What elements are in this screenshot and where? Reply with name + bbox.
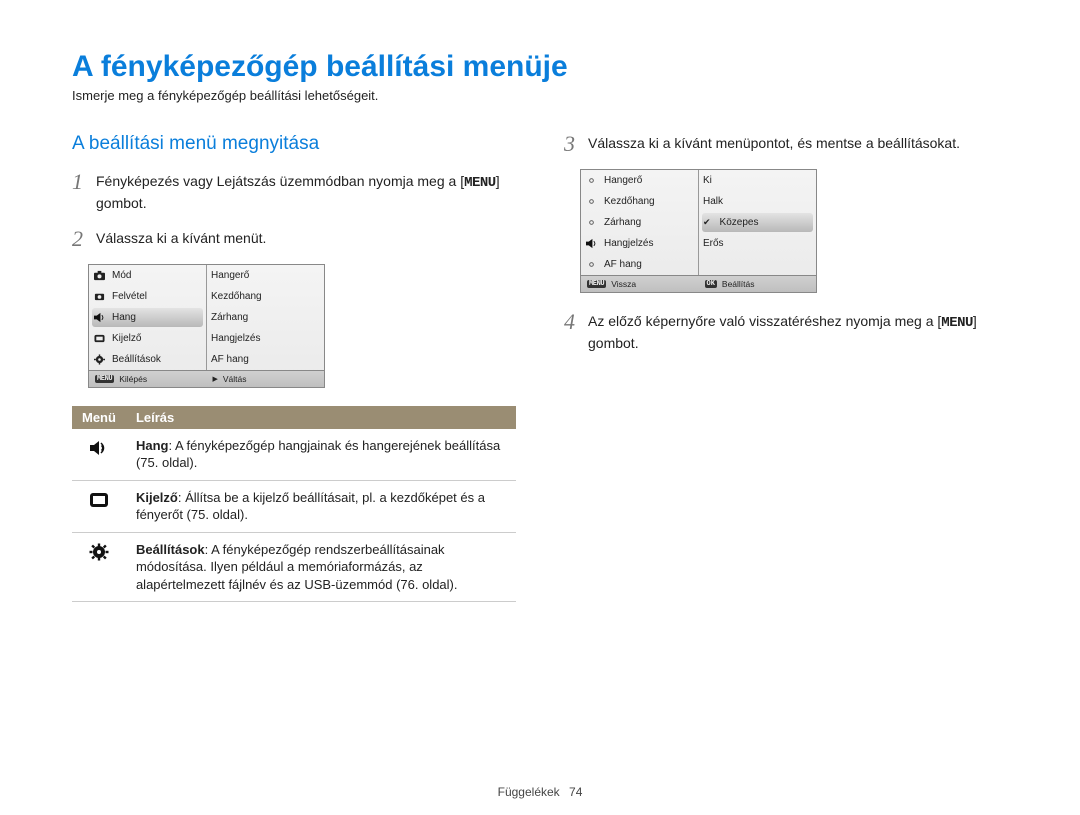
left-column: A beállítási menü megnyitása 1 Fényképez… bbox=[72, 133, 516, 602]
cam1-option: Hangerő bbox=[207, 265, 324, 286]
camera-menu-screenshot-1: Mód Felvétel Hang Kijelző Beállítások Ha… bbox=[88, 264, 325, 388]
cam1-item-capture: Felvétel bbox=[89, 286, 206, 307]
cam1-option: Hangjelzés bbox=[207, 328, 324, 349]
step-number-2: 2 bbox=[72, 228, 96, 250]
gear-icon bbox=[72, 532, 126, 602]
cam1-option: Zárhang bbox=[207, 307, 324, 328]
cam2-left-pane: Hangerő Kezdőhang Zárhang Hangjelzés AF … bbox=[581, 170, 699, 275]
cam1-item-settings: Beállítások bbox=[89, 349, 206, 370]
camera-icon bbox=[93, 270, 106, 281]
cam2-option: Erős bbox=[699, 233, 816, 254]
cam1-right-pane: Hangerő Kezdőhang Zárhang Hangjelzés AF … bbox=[207, 265, 324, 370]
step-number-4: 4 bbox=[564, 311, 588, 333]
menu-description-table: Menü Leírás Hang: A fényképezőgép hangja… bbox=[72, 406, 516, 603]
step-number-3: 3 bbox=[564, 133, 588, 155]
cam2-option-empty bbox=[699, 254, 816, 275]
th-desc: Leírás bbox=[126, 406, 516, 429]
step-1-text: Fényképezés vagy Lejátszás üzemmódban ny… bbox=[96, 171, 516, 214]
cam2-item: Hangerő bbox=[581, 170, 698, 191]
page-footer: Függelékek 74 bbox=[0, 785, 1080, 799]
intro-text: Ismerje meg a fényképezőgép beállítási l… bbox=[72, 88, 1008, 103]
camera-menu-screenshot-2: Hangerő Kezdőhang Zárhang Hangjelzés AF … bbox=[580, 169, 817, 293]
cam1-item-display: Kijelző bbox=[89, 328, 206, 349]
dot-icon bbox=[585, 196, 598, 207]
menu-pill-icon: MENU bbox=[587, 280, 606, 288]
right-column: 3 Válassza ki a kívánt menüpontot, és me… bbox=[564, 133, 1008, 602]
speaker-icon bbox=[585, 238, 598, 249]
cam2-footer: MENUVissza OKBeállítás bbox=[581, 275, 816, 292]
dot-icon bbox=[585, 175, 598, 186]
table-row: Hang: A fényképezőgép hangjainak és hang… bbox=[72, 429, 516, 481]
cam2-option: Halk bbox=[699, 191, 816, 212]
dot-icon bbox=[585, 217, 598, 228]
table-row: Beállítások: A fényképezőgép rendszerbeá… bbox=[72, 532, 516, 602]
step-3: 3 Válassza ki a kívánt menüpontot, és me… bbox=[564, 133, 1008, 155]
row-desc: Kijelző: Állítsa be a kijelző beállítása… bbox=[126, 480, 516, 532]
step-4-text: Az előző képernyőre való visszatéréshez … bbox=[588, 311, 1008, 354]
row-desc: Beállítások: A fényképezőgép rendszerbeá… bbox=[126, 532, 516, 602]
right-triangle-icon: ▶ bbox=[213, 375, 218, 383]
cam2-option: Ki bbox=[699, 170, 816, 191]
cam1-footer: MENUKilépés ▶Váltás bbox=[89, 370, 324, 387]
display-icon bbox=[93, 333, 106, 344]
section-heading: A beállítási menü megnyitása bbox=[72, 133, 516, 155]
cam2-item: Kezdőhang bbox=[581, 191, 698, 212]
menu-pill-icon: MENU bbox=[95, 375, 114, 383]
step-4: 4 Az előző képernyőre való visszatéréshe… bbox=[564, 311, 1008, 354]
table-row: Kijelző: Állítsa be a kijelző beállítása… bbox=[72, 480, 516, 532]
ok-pill-icon: OK bbox=[705, 280, 717, 288]
two-column-layout: A beállítási menü megnyitása 1 Fényképez… bbox=[72, 133, 1008, 602]
step-1: 1 Fényképezés vagy Lejátszás üzemmódban … bbox=[72, 171, 516, 214]
speaker-icon bbox=[72, 429, 126, 481]
cam2-item: AF hang bbox=[581, 254, 698, 275]
footer-section: Függelékek bbox=[498, 785, 560, 799]
menu-key: MENU bbox=[464, 175, 496, 191]
step-number-1: 1 bbox=[72, 171, 96, 193]
cam1-option: Kezdőhang bbox=[207, 286, 324, 307]
cam2-item: Zárhang bbox=[581, 212, 698, 233]
speaker-icon bbox=[93, 312, 106, 323]
display-icon bbox=[72, 480, 126, 532]
cam2-right-pane: Ki Halk Közepes Erős bbox=[699, 170, 816, 275]
step-2-text: Válassza ki a kívánt menüt. bbox=[96, 228, 516, 248]
row-desc: Hang: A fényképezőgép hangjainak és hang… bbox=[126, 429, 516, 481]
dot-icon bbox=[585, 259, 598, 270]
step-3-text: Válassza ki a kívánt menüpontot, és ment… bbox=[588, 133, 1008, 153]
cam1-item-mode: Mód bbox=[89, 265, 206, 286]
cam2-item-selected: Hangjelzés bbox=[581, 233, 698, 254]
step-2: 2 Válassza ki a kívánt menüt. bbox=[72, 228, 516, 250]
cam1-option: AF hang bbox=[207, 349, 324, 370]
footer-page-number: 74 bbox=[569, 785, 582, 799]
menu-key: MENU bbox=[941, 315, 973, 331]
page-title: A fényképezőgép beállítási menüje bbox=[72, 50, 1008, 84]
manual-page: A fényképezőgép beállítási menüje Ismerj… bbox=[0, 0, 1080, 815]
cam1-left-pane: Mód Felvétel Hang Kijelző Beállítások bbox=[89, 265, 207, 370]
gear-icon bbox=[93, 354, 106, 365]
cam1-item-sound-selected: Hang bbox=[92, 308, 203, 327]
th-menu: Menü bbox=[72, 406, 126, 429]
camera-small-icon bbox=[93, 291, 106, 302]
cam2-option-selected: Közepes bbox=[702, 213, 813, 232]
